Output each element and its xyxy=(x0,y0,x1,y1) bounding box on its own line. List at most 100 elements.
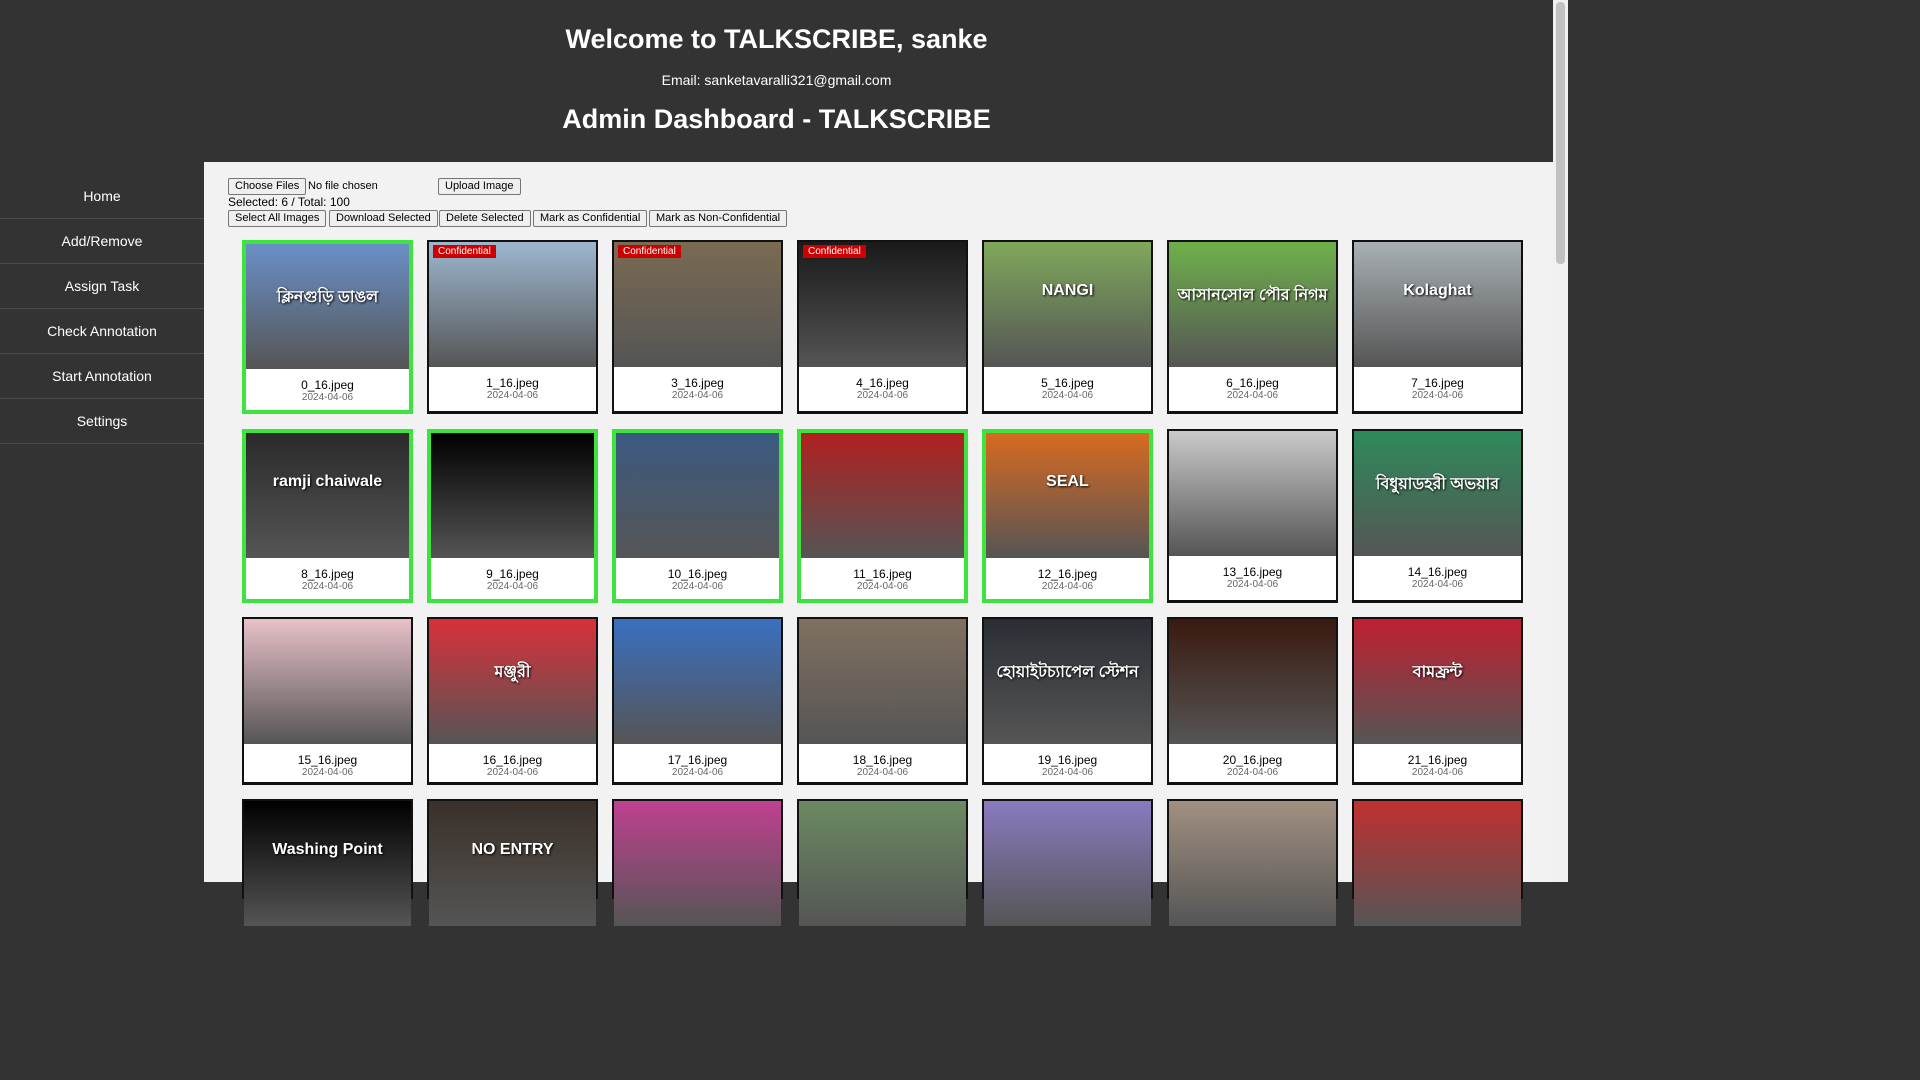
image-card[interactable]: মঞ্জুরী 16_16.jpeg 2024-04-06 xyxy=(427,617,598,785)
image-thumbnail[interactable] xyxy=(799,619,966,744)
image-thumbnail[interactable]: Washing Point xyxy=(244,801,411,926)
image-filename: 3_16.jpeg xyxy=(671,376,724,390)
welcome-title: Welcome to TALKSCRIBE, sanke xyxy=(565,24,988,54)
image-sign-text: বামফ্রন্ট xyxy=(1412,664,1463,681)
image-thumbnail[interactable] xyxy=(1169,431,1336,556)
image-thumbnail[interactable] xyxy=(1354,801,1521,926)
user-email: Email: sanketavaralli321@gmail.com xyxy=(661,72,892,88)
image-card[interactable]: 18_16.jpeg 2024-04-06 xyxy=(797,617,968,785)
image-thumbnail[interactable] xyxy=(614,619,781,744)
image-thumbnail[interactable] xyxy=(1169,801,1336,926)
sidebar-item-settings[interactable]: Settings xyxy=(0,399,204,444)
image-thumbnail[interactable]: বিধুয়াডহরী অভয়ার xyxy=(1354,431,1521,556)
image-filename: 20_16.jpeg xyxy=(1222,753,1283,767)
image-card[interactable]: হোয়াইটচ্যাপেল স্টেশন 19_16.jpeg 2024-04-0… xyxy=(982,617,1153,785)
image-thumbnail[interactable]: Kolaghat xyxy=(1354,242,1521,367)
image-date: 2024-04-06 xyxy=(1411,390,1464,401)
image-card[interactable]: NO ENTRY xyxy=(427,799,598,926)
image-date: 2024-04-06 xyxy=(1226,390,1279,401)
image-thumbnail[interactable]: SEAL xyxy=(986,433,1149,558)
download-selected-button[interactable]: Download Selected xyxy=(329,210,438,227)
image-thumbnail[interactable] xyxy=(244,619,411,744)
image-date: 2024-04-06 xyxy=(486,390,539,401)
image-thumbnail[interactable] xyxy=(799,242,966,367)
image-thumbnail[interactable] xyxy=(614,801,781,926)
image-card[interactable]: ক্লিনগুড়ি ডাঙল 0_16.jpeg 2024-04-06 xyxy=(242,240,413,414)
image-filename: 13_16.jpeg xyxy=(1222,565,1283,579)
image-date: 2024-04-06 xyxy=(671,390,724,401)
sidebar-item-start-annotation[interactable]: Start Annotation xyxy=(0,354,204,399)
image-date: 2024-04-06 xyxy=(856,390,909,401)
upload-image-button[interactable]: Upload Image xyxy=(438,178,521,195)
image-date: 2024-04-06 xyxy=(1411,767,1464,778)
sidebar-item-add-remove[interactable]: Add/Remove xyxy=(0,219,204,264)
image-thumbnail[interactable]: হোয়াইটচ্যাপেল স্টেশন xyxy=(984,619,1151,744)
image-card[interactable]: 17_16.jpeg 2024-04-06 xyxy=(612,617,783,785)
image-card[interactable] xyxy=(1352,799,1523,926)
scrollbar-thumb[interactable] xyxy=(1556,2,1565,264)
image-card[interactable]: 13_16.jpeg 2024-04-06 xyxy=(1167,429,1338,603)
image-date: 2024-04-06 xyxy=(301,392,354,403)
image-filename: 21_16.jpeg xyxy=(1407,753,1468,767)
image-filename: 5_16.jpeg xyxy=(1041,376,1094,390)
image-sign-text: হোয়াইটচ্যাপেল স্টেশন xyxy=(996,664,1139,681)
page-scrollbar[interactable] xyxy=(1553,0,1568,882)
image-card[interactable]: NANGI 5_16.jpeg 2024-04-06 xyxy=(982,240,1153,414)
image-filename: 15_16.jpeg xyxy=(297,753,358,767)
image-card[interactable] xyxy=(1167,799,1338,926)
confidential-badge: Confidential xyxy=(803,245,866,258)
select-all-button[interactable]: Select All Images xyxy=(228,210,327,227)
image-filename: 11_16.jpeg xyxy=(853,567,912,581)
header: Welcome to TALKSCRIBE, sanke Email: sank… xyxy=(0,0,1553,162)
image-card[interactable] xyxy=(612,799,783,926)
image-card[interactable]: 20_16.jpeg 2024-04-06 xyxy=(1167,617,1338,785)
image-card[interactable]: Confidential 4_16.jpeg 2024-04-06 xyxy=(797,240,968,414)
image-card[interactable]: ramji chaiwale 8_16.jpeg 2024-04-06 xyxy=(242,429,413,603)
image-card[interactable]: বিধুয়াডহরী অভয়ার 14_16.jpeg 2024-04-06 xyxy=(1352,429,1523,603)
image-thumbnail[interactable]: NO ENTRY xyxy=(429,801,596,926)
mark-non-confidential-button[interactable]: Mark as Non-Confidential xyxy=(649,210,788,227)
image-date: 2024-04-06 xyxy=(1411,579,1464,590)
image-thumbnail[interactable]: আসানসোল পৌর নিগম xyxy=(1169,242,1336,367)
sidebar-item-assign-task[interactable]: Assign Task xyxy=(0,264,204,309)
file-status: No file chosen xyxy=(308,180,378,192)
sidebar-item-check-annotation[interactable]: Check Annotation xyxy=(0,309,204,354)
image-sign-text: বিধুয়াডহরী অভয়ার xyxy=(1375,476,1500,493)
image-thumbnail[interactable] xyxy=(614,242,781,367)
image-thumbnail[interactable] xyxy=(984,801,1151,926)
mark-confidential-button[interactable]: Mark as Confidential xyxy=(533,210,648,227)
image-card[interactable]: Confidential 3_16.jpeg 2024-04-06 xyxy=(612,240,783,414)
image-date: 2024-04-06 xyxy=(301,581,354,592)
sidebar-item-home[interactable]: Home xyxy=(0,174,204,219)
image-thumbnail[interactable]: NANGI xyxy=(984,242,1151,367)
image-date: 2024-04-06 xyxy=(486,581,539,592)
image-card[interactable]: Kolaghat 7_16.jpeg 2024-04-06 xyxy=(1352,240,1523,414)
image-thumbnail[interactable] xyxy=(429,242,596,367)
image-card[interactable]: Washing Point xyxy=(242,799,413,926)
image-thumbnail[interactable]: বামফ্রন্ট xyxy=(1354,619,1521,744)
image-card[interactable] xyxy=(797,799,968,926)
image-card[interactable]: আসানসোল পৌর নিগম 6_16.jpeg 2024-04-06 xyxy=(1167,240,1338,414)
image-card[interactable]: 11_16.jpeg 2024-04-06 xyxy=(797,429,968,603)
image-thumbnail[interactable] xyxy=(431,433,594,558)
choose-files-button[interactable]: Choose Files xyxy=(228,178,307,195)
image-thumbnail[interactable] xyxy=(616,433,779,558)
main-content: Choose Files No file chosen Upload Image… xyxy=(204,162,1553,926)
selection-count: Selected: 6 / Total: 100 xyxy=(228,195,350,209)
image-card[interactable] xyxy=(982,799,1153,926)
image-thumbnail[interactable]: ক্লিনগুড়ি ডাঙল xyxy=(246,244,409,369)
image-thumbnail[interactable] xyxy=(799,801,966,926)
image-card[interactable]: Confidential 1_16.jpeg 2024-04-06 xyxy=(427,240,598,414)
image-filename: 0_16.jpeg xyxy=(301,378,354,392)
image-thumbnail[interactable] xyxy=(801,433,964,558)
image-sign-text: Washing Point xyxy=(272,841,383,858)
image-card[interactable]: বামফ্রন্ট 21_16.jpeg 2024-04-06 xyxy=(1352,617,1523,785)
image-card[interactable]: 10_16.jpeg 2024-04-06 xyxy=(612,429,783,603)
delete-selected-button[interactable]: Delete Selected xyxy=(439,210,531,227)
image-thumbnail[interactable]: মঞ্জুরী xyxy=(429,619,596,744)
image-card[interactable]: SEAL 12_16.jpeg 2024-04-06 xyxy=(982,429,1153,603)
image-thumbnail[interactable]: ramji chaiwale xyxy=(246,433,409,558)
image-thumbnail[interactable] xyxy=(1169,619,1336,744)
image-card[interactable]: 15_16.jpeg 2024-04-06 xyxy=(242,617,413,785)
image-card[interactable]: 9_16.jpeg 2024-04-06 xyxy=(427,429,598,603)
